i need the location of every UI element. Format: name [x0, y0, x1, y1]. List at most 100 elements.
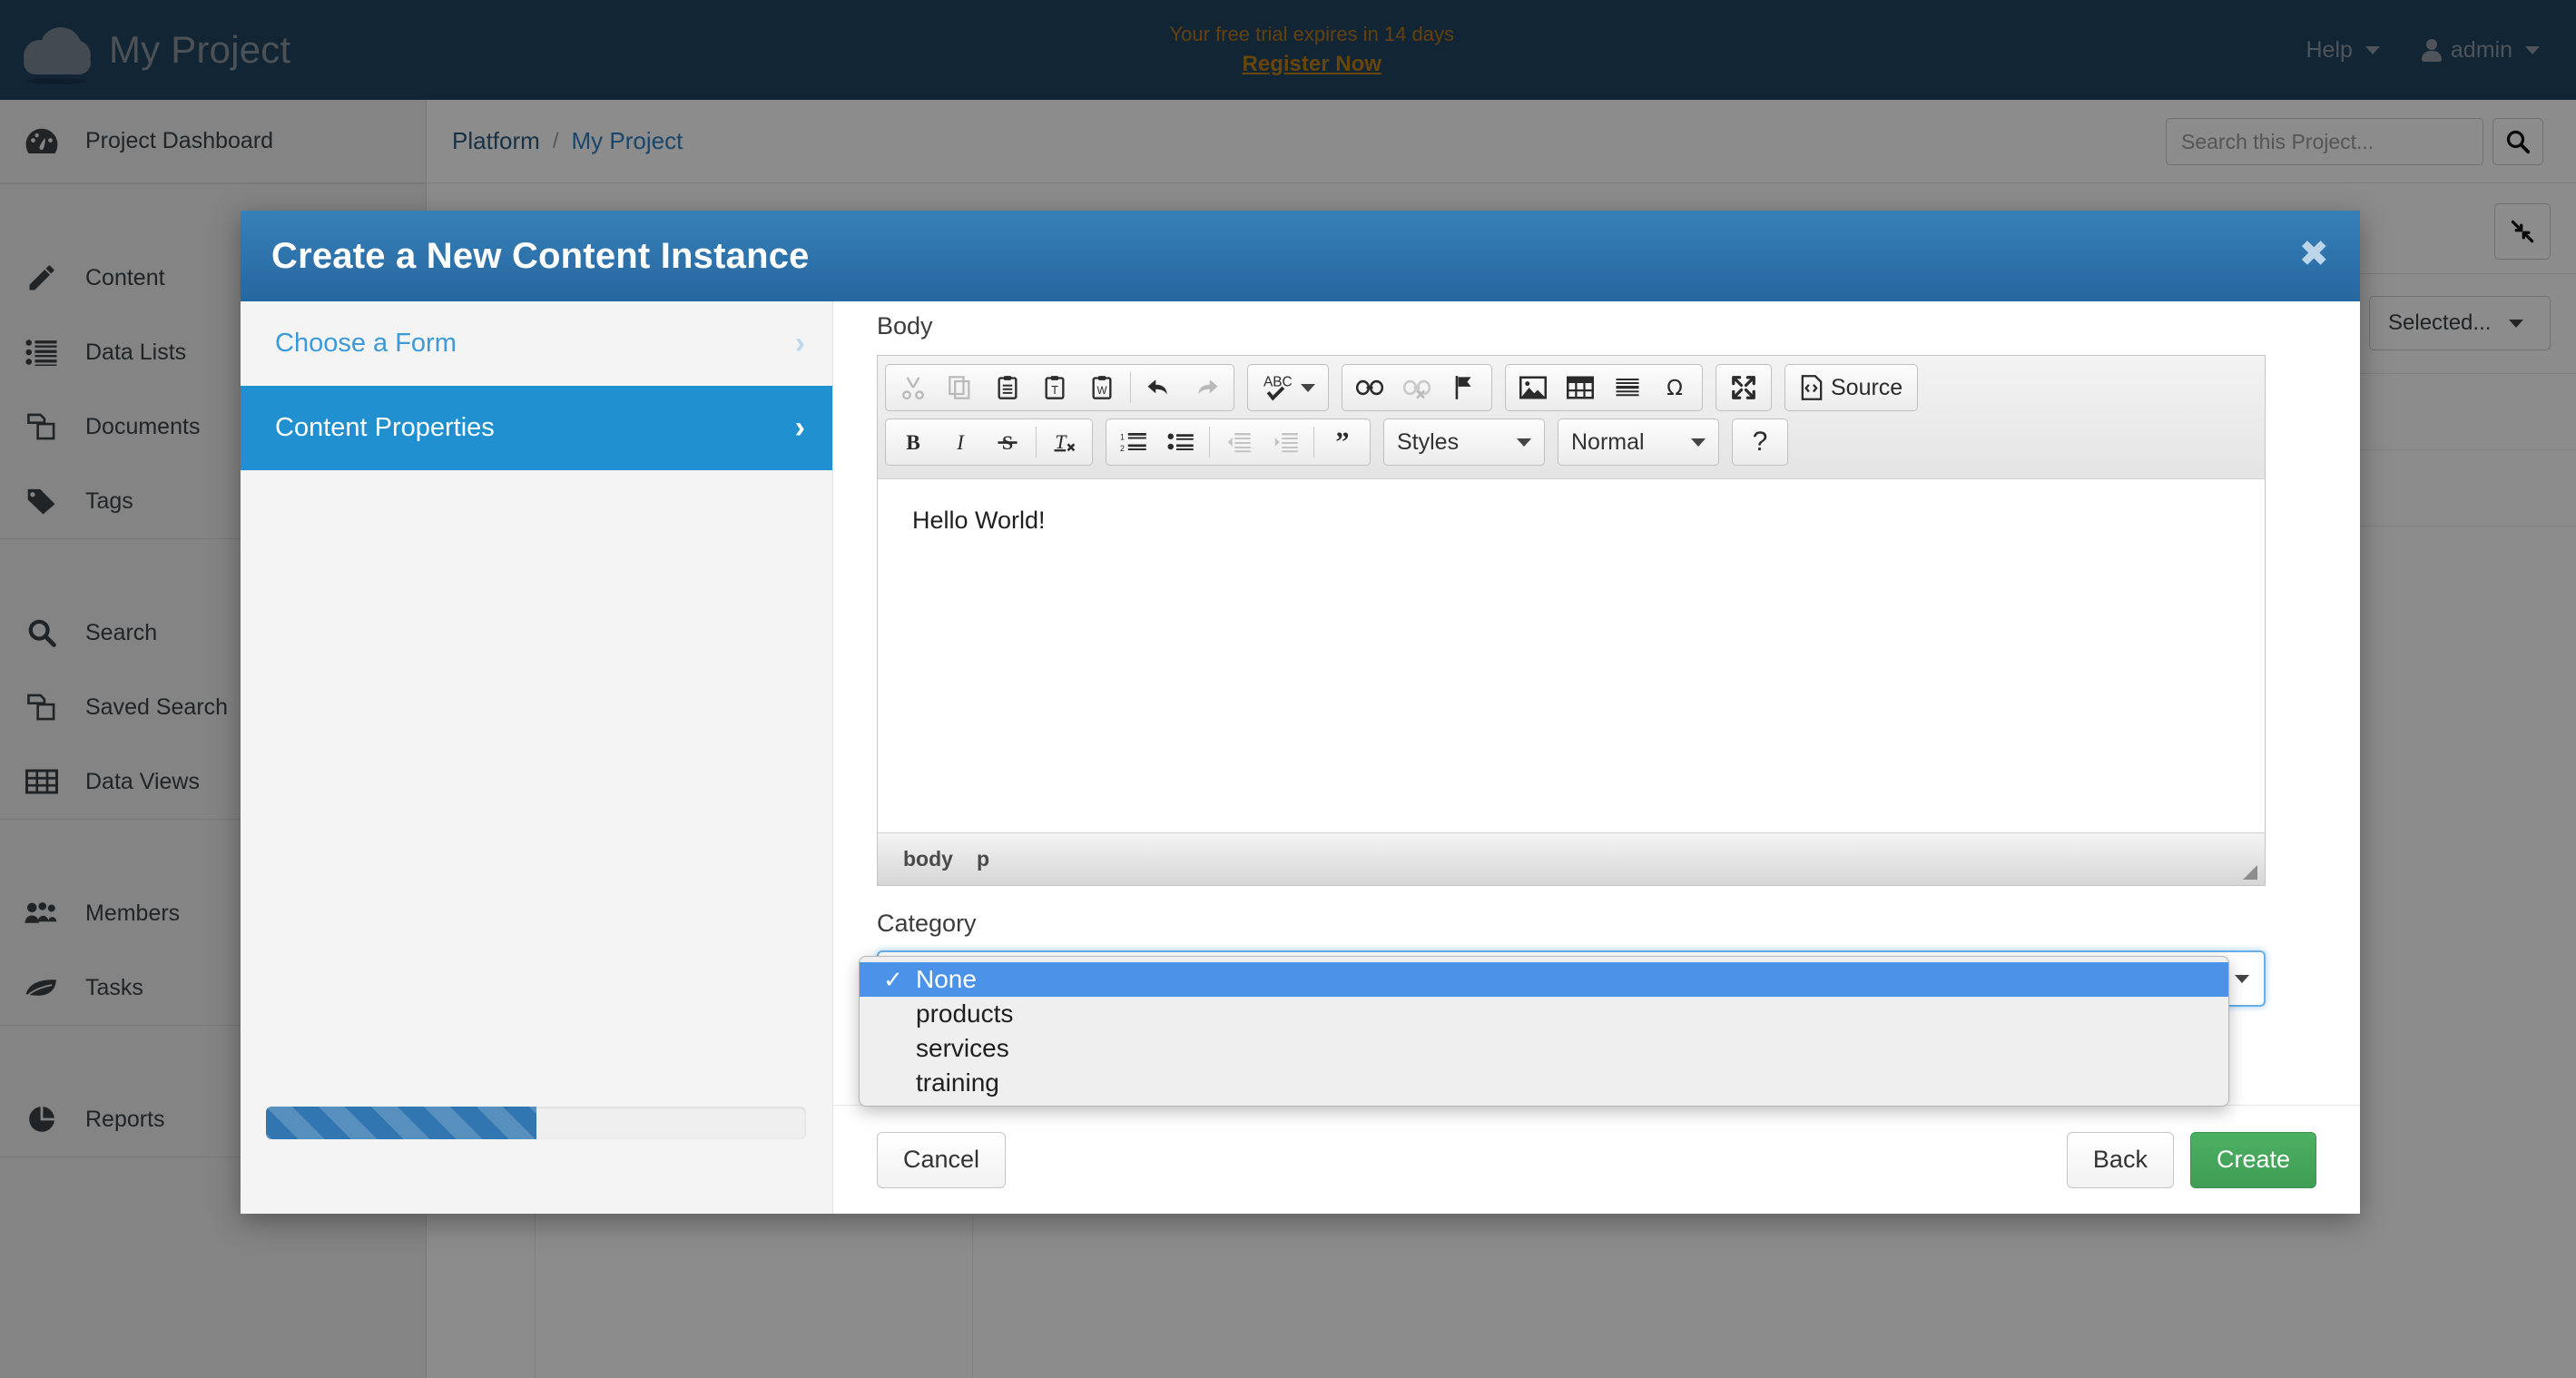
create-content-modal: Create a New Content Instance ✖ Choose a… [241, 211, 2360, 1214]
source-group: Source [1785, 364, 1919, 411]
about-group: ? [1732, 418, 1788, 466]
category-option-services[interactable]: services [860, 1031, 2228, 1066]
copy-icon[interactable] [937, 367, 984, 408]
rich-text-editor: T W ABC Ω Source B I S T 1 2 ” Styles No… [877, 355, 2266, 886]
svg-text:B: B [906, 431, 920, 455]
search-input[interactable] [2166, 118, 2483, 165]
back-button[interactable]: Back [2066, 1131, 2174, 1188]
editor-content-area[interactable]: Hello World! [878, 478, 2265, 832]
source-button[interactable]: Source [1789, 367, 1913, 408]
paste-text-icon[interactable]: T [1031, 367, 1078, 408]
resize-handle-icon[interactable] [2243, 865, 2257, 880]
undo-icon[interactable] [1136, 367, 1183, 408]
category-option-none[interactable]: ✓ None [860, 962, 2228, 997]
numbered-list-icon[interactable]: 12 [1110, 421, 1157, 463]
spellcheck-icon[interactable]: ABC [1252, 367, 1324, 408]
element-path-body[interactable]: body [903, 847, 953, 871]
chevron-down-icon [2365, 45, 2380, 54]
sidebar-item-label: Reports [85, 1106, 165, 1132]
check-icon: ✓ [883, 965, 903, 993]
modal-header: Create a New Content Instance ✖ [241, 211, 2360, 301]
members-icon [22, 895, 62, 931]
wizard-step-label: Choose a Form [275, 329, 457, 358]
sidebar-item-project-dashboard[interactable]: Project Dashboard [0, 100, 426, 183]
unlink-icon[interactable] [1393, 367, 1440, 408]
category-option-training[interactable]: training [860, 1066, 2228, 1100]
table-icon[interactable] [1557, 367, 1604, 408]
chevron-down-icon [2525, 45, 2540, 54]
sidebar-item-label: Data Views [85, 768, 200, 794]
svg-text:T: T [1051, 383, 1058, 397]
italic-icon[interactable]: I [937, 421, 984, 463]
remove-format-icon[interactable]: T [1041, 421, 1088, 463]
category-select-wrapper: ✓ None products services training [859, 950, 2266, 1107]
indent-icon[interactable] [1262, 421, 1309, 463]
collapse-button[interactable] [2494, 203, 2551, 260]
wizard-step-content-properties[interactable]: Content Properties › [241, 386, 832, 470]
element-path-p[interactable]: p [977, 847, 989, 871]
svg-text:”: ” [1335, 429, 1349, 455]
strikethrough-icon[interactable]: S [984, 421, 1031, 463]
selected-dropdown[interactable]: Selected... [2369, 296, 2551, 350]
wizard-step-choose-a-form[interactable]: Choose a Form › [241, 301, 832, 386]
dashboard-icon [22, 123, 62, 160]
svg-text:W: W [1096, 385, 1106, 397]
close-icon[interactable]: ✖ [2298, 236, 2329, 272]
bold-icon[interactable]: B [890, 421, 937, 463]
breadcrumb-root[interactable]: Platform [452, 127, 540, 155]
category-field-label: Category [877, 910, 977, 937]
cut-icon[interactable] [890, 367, 937, 408]
list-icon [22, 334, 62, 370]
category-option-label: products [916, 999, 1014, 1028]
chevron-right-icon: › [794, 326, 805, 360]
format-combo-label: Normal [1571, 428, 1645, 455]
horizontal-rule-icon[interactable] [1604, 367, 1651, 408]
help-menu[interactable]: Help [2306, 36, 2380, 64]
styles-combo[interactable]: Styles [1383, 418, 1545, 466]
search-button[interactable] [2492, 118, 2543, 165]
top-navigation-bar: My Project Your free trial expires in 14… [0, 0, 2576, 100]
body-field-label: Body [877, 312, 933, 340]
bulleted-list-icon[interactable] [1157, 421, 1204, 463]
leaf-icon [22, 970, 62, 1006]
documents-icon [22, 408, 62, 445]
sidebar-item-label: Project Dashboard [85, 128, 274, 153]
chevron-down-icon [1517, 438, 1531, 447]
sidebar-item-label: Saved Search [85, 694, 229, 720]
help-button[interactable]: ? [1736, 421, 1784, 463]
editor-toolbar-row-1: T W ABC Ω Source [885, 364, 2257, 411]
outdent-icon[interactable] [1214, 421, 1262, 463]
app-root: My Project Your free trial expires in 14… [0, 0, 2576, 1378]
category-dropdown-menu: ✓ None products services training [859, 956, 2229, 1107]
breadcrumb-current[interactable]: My Project [571, 127, 683, 155]
link-icon[interactable] [1346, 367, 1393, 408]
user-menu[interactable]: admin [2421, 36, 2540, 64]
spellcheck-group: ABC [1247, 364, 1329, 411]
wizard-step-label: Content Properties [275, 413, 495, 442]
category-option-products[interactable]: products [860, 997, 2228, 1031]
chevron-down-icon [1301, 383, 1315, 392]
cancel-button[interactable]: Cancel [877, 1131, 1007, 1188]
footer-primary-actions: Back Create [2066, 1131, 2316, 1188]
cloud-logo-icon [20, 24, 91, 84]
top-right-menus: Help admin [2306, 37, 2576, 64]
blockquote-icon[interactable]: ” [1319, 421, 1366, 463]
image-icon[interactable] [1509, 367, 1557, 408]
help-menu-label: Help [2306, 36, 2353, 63]
maximize-icon[interactable] [1720, 367, 1767, 408]
wizard-content-panel: Body T W ABC Ω Source B I S T 1 2 ” Styl… [833, 301, 2360, 1214]
paste-icon[interactable] [984, 367, 1031, 408]
create-button[interactable]: Create [2189, 1131, 2316, 1188]
special-char-icon[interactable]: Ω [1651, 367, 1698, 408]
category-option-label: training [916, 1068, 999, 1097]
register-now-link[interactable]: Register Now [1243, 50, 1381, 79]
search-icon [2506, 130, 2531, 154]
format-combo[interactable]: Normal [1558, 418, 1719, 466]
anchor-icon[interactable] [1440, 367, 1488, 408]
user-menu-label: admin [2450, 36, 2512, 63]
svg-text:1: 1 [1120, 433, 1125, 442]
paste-word-icon[interactable]: W [1078, 367, 1126, 408]
sidebar-item-label: Documents [85, 413, 201, 439]
redo-icon[interactable] [1183, 367, 1230, 408]
editor-paragraph: Hello World! [912, 507, 1046, 534]
